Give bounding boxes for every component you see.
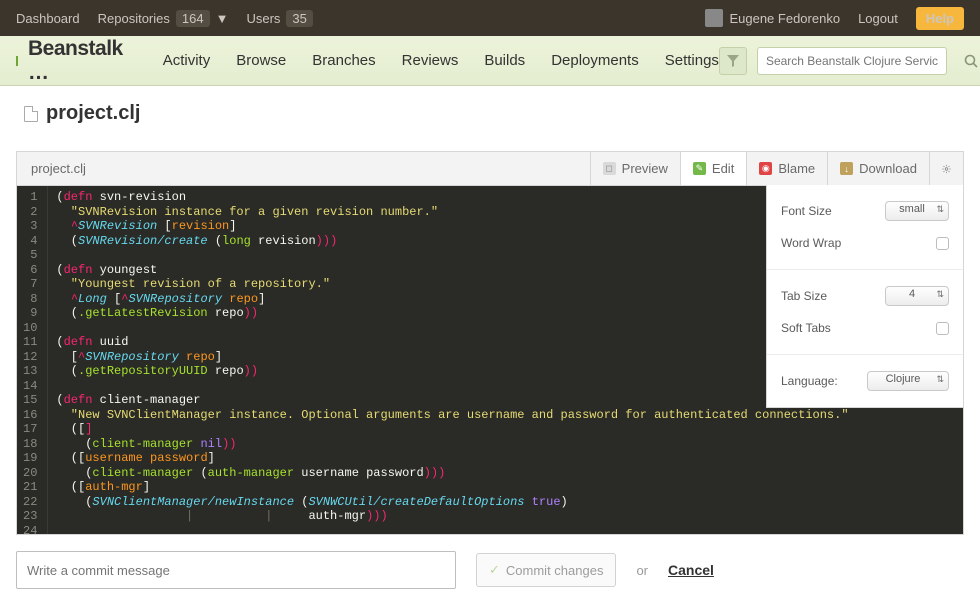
tab-size-select[interactable]: 4 (885, 286, 949, 306)
nav-repositories[interactable]: Repositories (98, 11, 170, 26)
funnel-icon (727, 55, 739, 67)
edit-label: Edit (712, 161, 734, 176)
tab-settings[interactable]: Settings (665, 52, 719, 69)
preview-icon: ◻ (603, 162, 616, 175)
code-line[interactable]: "New SVNClientManager instance. Optional… (56, 408, 963, 423)
download-button[interactable]: ↓ Download (827, 152, 929, 185)
repo-count-badge: 164 (176, 10, 210, 27)
commit-message-input[interactable] (16, 551, 456, 589)
editor-settings-panel: Font Size small Word Wrap Tab Size 4 Sof… (766, 185, 964, 408)
page-title: project.clj (46, 102, 140, 125)
code-line[interactable]: (SVNClientManager/newInstance (SVNWCUtil… (56, 495, 963, 510)
code-line[interactable]: (client-manager (auth-manager username p… (56, 466, 963, 481)
edit-icon: ✎ (693, 162, 706, 175)
language-select[interactable]: Clojure (867, 371, 949, 391)
word-wrap-label: Word Wrap (781, 236, 841, 250)
repo-color-dot (16, 56, 18, 66)
repo-name[interactable]: Beanstalk … (28, 37, 123, 85)
code-line[interactable]: ([] (56, 422, 963, 437)
code-line[interactable]: ([auth-mgr] (56, 480, 963, 495)
gear-icon (942, 162, 951, 176)
commit-button[interactable]: ✓ Commit changes (476, 553, 616, 587)
filter-button[interactable] (719, 47, 747, 75)
edit-button[interactable]: ✎ Edit (680, 152, 746, 185)
commit-bar: ✓ Commit changes or Cancel (16, 551, 964, 589)
repo-nav: Activity Browse Branches Reviews Builds … (163, 52, 719, 69)
tab-activity[interactable]: Activity (163, 52, 211, 69)
breadcrumb: project.clj (0, 86, 980, 133)
search-input[interactable] (757, 47, 947, 75)
nav-users[interactable]: Users (246, 11, 280, 26)
user-count-badge: 35 (286, 10, 312, 27)
tab-branches[interactable]: Branches (312, 52, 375, 69)
file-header: project.clj ◻ Preview ✎ Edit ◉ Blame ↓ Downl… (16, 151, 964, 185)
soft-tabs-checkbox[interactable] (936, 322, 949, 335)
blame-label: Blame (778, 161, 815, 176)
line-gutter: 123456789101112131415161718192021222324 (17, 186, 48, 534)
cancel-link[interactable]: Cancel (668, 562, 714, 578)
logout-link[interactable]: Logout (858, 11, 898, 26)
preview-button[interactable]: ◻ Preview (590, 152, 680, 185)
or-text: or (636, 563, 648, 578)
avatar[interactable] (705, 9, 723, 27)
tab-reviews[interactable]: Reviews (402, 52, 459, 69)
chevron-down-icon[interactable]: ▼ (216, 11, 229, 26)
tab-size-label: Tab Size (781, 289, 827, 303)
tab-builds[interactable]: Builds (484, 52, 525, 69)
soft-tabs-label: Soft Tabs (781, 321, 831, 335)
font-size-label: Font Size (781, 204, 832, 218)
file-path-crumb[interactable]: project.clj (17, 161, 100, 176)
repo-bar: Beanstalk … Activity Browse Branches Rev… (0, 36, 980, 86)
code-line[interactable]: ([username password] (56, 451, 963, 466)
language-label: Language: (781, 374, 838, 388)
nav-dashboard[interactable]: Dashboard (16, 11, 80, 26)
top-bar: Dashboard Repositories 164 ▼ Users 35 Eu… (0, 0, 980, 36)
download-icon: ↓ (840, 162, 853, 175)
code-line[interactable] (56, 524, 963, 535)
download-label: Download (859, 161, 917, 176)
tab-browse[interactable]: Browse (236, 52, 286, 69)
user-name-link[interactable]: Eugene Fedorenko (729, 11, 840, 26)
code-line[interactable]: (client-manager nil)) (56, 437, 963, 452)
commit-button-label: Commit changes (506, 563, 604, 578)
editor-settings-button[interactable] (929, 152, 963, 185)
tab-deployments[interactable]: Deployments (551, 52, 639, 69)
blame-button[interactable]: ◉ Blame (746, 152, 827, 185)
blame-icon: ◉ (759, 162, 772, 175)
help-button[interactable]: Help (916, 7, 964, 30)
file-icon (24, 106, 38, 122)
font-size-select[interactable]: small (885, 201, 949, 221)
preview-label: Preview (622, 161, 668, 176)
search-icon (964, 54, 978, 68)
search-button[interactable] (957, 47, 980, 75)
code-line[interactable]: | | auth-mgr))) (56, 509, 963, 524)
word-wrap-checkbox[interactable] (936, 237, 949, 250)
check-icon: ✓ (489, 562, 500, 578)
